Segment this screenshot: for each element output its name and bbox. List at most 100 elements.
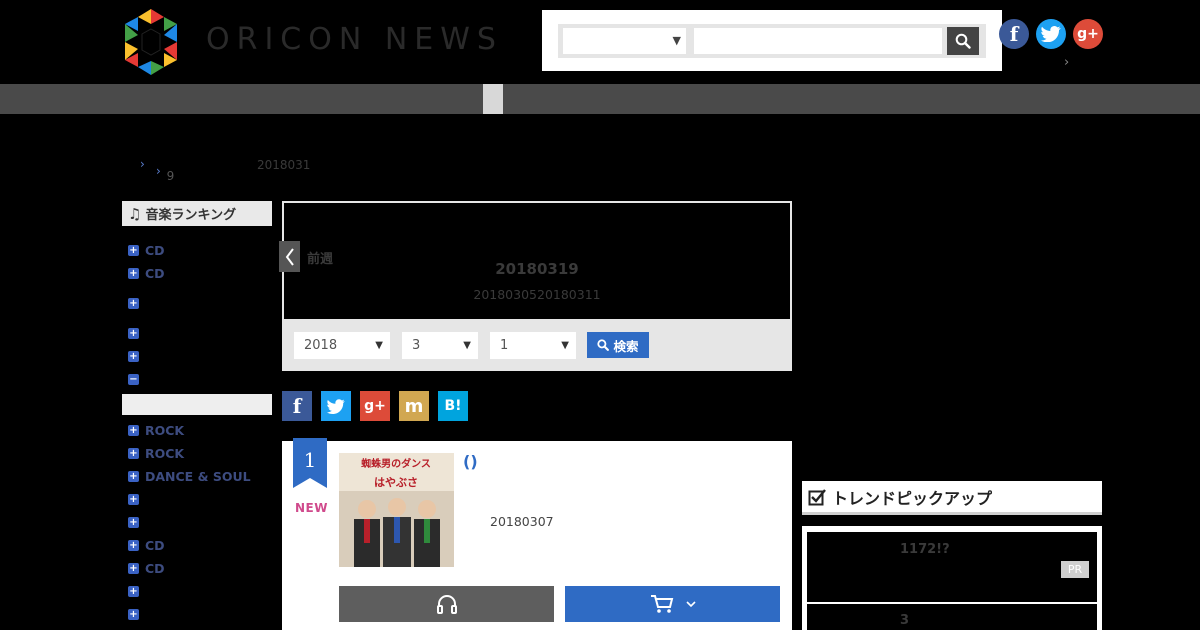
- sidebar-item[interactable]: + CD: [128, 537, 165, 553]
- plus-icon: +: [128, 585, 139, 597]
- breadcrumb-current: 2018031: [257, 158, 311, 172]
- twitter-bird-icon: [327, 398, 345, 414]
- sidebar-item-label: CD: [145, 242, 165, 258]
- sidebar-item-label: DANCE & SOUL: [145, 468, 251, 484]
- breadcrumb-label: 9: [166, 169, 175, 183]
- share-facebook-icon[interactable]: f: [282, 391, 312, 421]
- rank-number: 1: [303, 448, 317, 472]
- plus-icon: +: [128, 297, 139, 309]
- twitter-bird-icon: [1041, 26, 1061, 42]
- logo-wordmark[interactable]: ORICON NEWS: [206, 22, 503, 57]
- trend-item[interactable]: [807, 604, 1097, 630]
- sidebar-item[interactable]: +: [128, 295, 145, 311]
- breadcrumb-item[interactable]: › 9: [156, 164, 174, 183]
- search-input[interactable]: [694, 28, 942, 54]
- current-week: 20180319: [495, 260, 579, 278]
- sidebar-item[interactable]: + ROCK: [128, 422, 184, 438]
- release-date: 20180307: [490, 514, 554, 529]
- sidebar-item-expanded[interactable]: −: [128, 371, 145, 387]
- trend-item-text: 1172!?: [900, 542, 950, 557]
- breadcrumb: ›: [140, 157, 145, 171]
- headphones-icon: [436, 595, 457, 614]
- sidebar-item[interactable]: + CD: [128, 265, 165, 281]
- sidebar-item-label: ROCK: [145, 445, 185, 461]
- week-search-label: 検索: [613, 338, 639, 354]
- global-nav: [0, 84, 1200, 114]
- sidebar-item-label: ROCK: [145, 422, 185, 438]
- plus-icon: +: [128, 470, 139, 482]
- sidebar-item-label: CD: [145, 560, 165, 576]
- sidebar-item-label: CD: [145, 537, 165, 553]
- sidebar-item[interactable]: +: [128, 514, 145, 530]
- oricon-logo-icon[interactable]: [121, 9, 181, 75]
- plus-icon: +: [128, 493, 139, 505]
- google-plus-icon[interactable]: g+: [1073, 19, 1103, 49]
- pr-badge: PR: [1061, 561, 1089, 578]
- sidebar-item[interactable]: +: [128, 348, 145, 364]
- sidebar-item[interactable]: + DANCE & SOUL: [128, 468, 251, 484]
- trend-pickup-heading: トレンドピックアップ: [802, 481, 1102, 515]
- plus-icon: +: [128, 327, 139, 339]
- plus-icon: +: [128, 447, 139, 459]
- share-twitter-icon[interactable]: [321, 391, 351, 421]
- week-select[interactable]: 1 ▼: [490, 332, 576, 359]
- share-google-plus-icon[interactable]: g+: [360, 391, 390, 421]
- plus-icon: +: [128, 539, 139, 551]
- plus-icon: +: [128, 424, 139, 436]
- search-category-select[interactable]: ▼: [563, 28, 686, 54]
- search-button[interactable]: [947, 27, 979, 55]
- caret-down-icon: ▼: [561, 340, 569, 351]
- sidebar-item[interactable]: +: [128, 491, 145, 507]
- year-select-value: 2018: [304, 338, 338, 353]
- plus-icon: +: [128, 244, 139, 256]
- music-ranking-heading: ♫ 音楽ランキング: [122, 201, 272, 226]
- caret-down-icon: ▼: [672, 34, 681, 47]
- caret-down-icon: ▼: [463, 340, 471, 351]
- sidebar-item[interactable]: +: [128, 583, 145, 599]
- caret-down-icon: ▼: [375, 340, 383, 351]
- cart-icon: [650, 595, 673, 613]
- share-hatena-bookmark-icon[interactable]: B!: [438, 391, 468, 421]
- sidebar-item[interactable]: + ROCK: [128, 445, 184, 461]
- search-bar: ▼: [558, 24, 986, 58]
- chevron-right-icon[interactable]: ›: [1064, 55, 1069, 70]
- new-badge: NEW: [295, 501, 328, 515]
- search-icon: [955, 33, 971, 49]
- trend-item-text: 3: [900, 613, 910, 628]
- week-select-value: 1: [500, 338, 509, 353]
- week-range: 2018030520180311: [473, 287, 601, 302]
- plus-icon: +: [128, 516, 139, 528]
- track-title-link[interactable]: (): [463, 452, 478, 471]
- search-icon: [597, 339, 610, 351]
- sidebar-subitem-active[interactable]: [122, 394, 272, 415]
- chevron-right-icon: ›: [156, 164, 161, 178]
- month-select[interactable]: 3 ▼: [402, 332, 478, 359]
- plus-icon: +: [128, 562, 139, 574]
- buy-button[interactable]: [565, 586, 780, 622]
- trend-pickup-title: トレンドピックアップ: [832, 488, 993, 508]
- month-select-value: 3: [412, 338, 421, 353]
- plus-icon: +: [128, 350, 139, 362]
- trend-item[interactable]: [807, 532, 1097, 602]
- chevron-down-icon: [685, 601, 696, 608]
- album-jacket-image[interactable]: 蜘蛛男のダンス はやぶさ: [339, 453, 454, 567]
- chevron-right-icon: ›: [140, 157, 145, 171]
- listen-button[interactable]: [339, 586, 554, 622]
- year-select[interactable]: 2018 ▼: [294, 332, 390, 359]
- site-search: ▼: [542, 10, 1002, 71]
- facebook-icon[interactable]: f: [999, 19, 1029, 49]
- plus-icon: +: [128, 267, 139, 279]
- sidebar-item[interactable]: + CD: [128, 242, 165, 258]
- sidebar-item[interactable]: + CD: [128, 560, 165, 576]
- sidebar-item[interactable]: +: [128, 325, 145, 341]
- minus-icon: −: [128, 373, 139, 385]
- checkbox-icon: [808, 488, 826, 505]
- jacket-artist: はやぶさ: [374, 476, 418, 489]
- twitter-icon[interactable]: [1036, 19, 1066, 49]
- sidebar-item[interactable]: +: [128, 606, 145, 622]
- week-search-button[interactable]: 検索: [587, 332, 649, 358]
- share-mixi-icon[interactable]: m: [399, 391, 429, 421]
- music-ranking-heading-label: 音楽ランキング: [145, 208, 237, 223]
- sidebar-item-label: CD: [145, 265, 165, 281]
- nav-tab-active[interactable]: [483, 84, 503, 114]
